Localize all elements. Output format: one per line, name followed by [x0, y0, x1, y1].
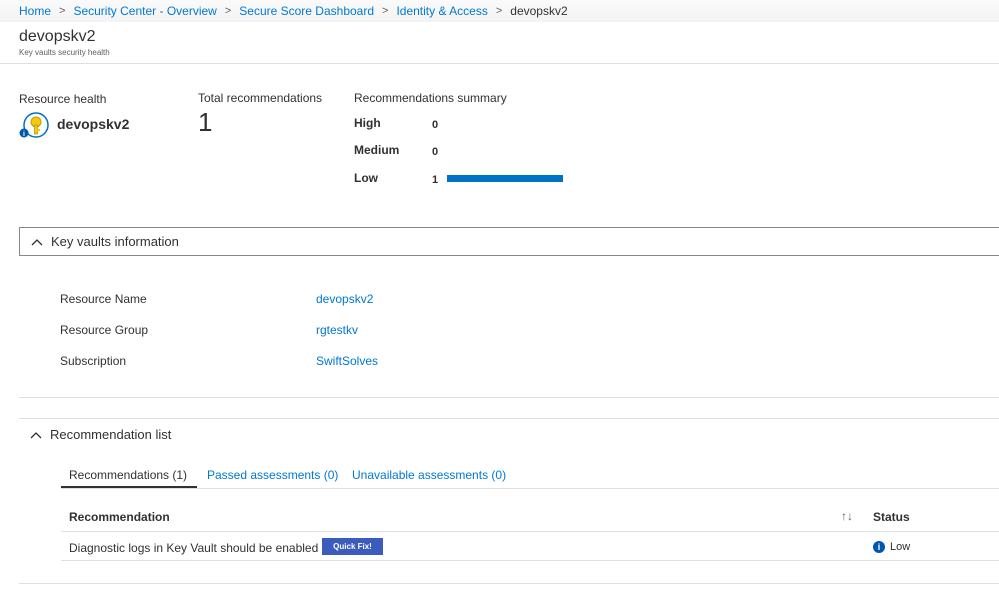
severity-low-label: Low: [354, 171, 378, 185]
tab-unavailable-assessments[interactable]: Unavailable assessments (0): [352, 468, 506, 482]
column-header-recommendation[interactable]: Recommendation: [69, 510, 170, 524]
column-header-status[interactable]: Status: [873, 510, 910, 524]
breadcrumb-secure-score[interactable]: Secure Score Dashboard: [239, 4, 374, 18]
divider: [61, 560, 999, 561]
total-recommendations-label: Total recommendations: [198, 91, 323, 105]
breadcrumb-home[interactable]: Home: [19, 4, 51, 18]
severity-low-bar: [447, 175, 563, 182]
chevron-right-icon: >: [59, 5, 66, 17]
key-vaults-info-header[interactable]: Key vaults information: [19, 227, 999, 256]
subscription-link[interactable]: SwiftSolves: [316, 354, 378, 368]
sort-icon[interactable]: ↑↓: [841, 509, 853, 523]
key-vault-icon: i: [19, 112, 49, 138]
quick-fix-button[interactable]: Quick Fix!: [322, 538, 383, 555]
breadcrumb-identity-access[interactable]: Identity & Access: [396, 4, 487, 18]
resource-group-link[interactable]: rgtestkv: [316, 323, 358, 337]
divider: [0, 63, 999, 64]
chevron-right-icon: >: [382, 5, 389, 17]
severity-high-count: 0: [432, 119, 439, 131]
recommendation-list-header[interactable]: Recommendation list: [19, 420, 999, 449]
resource-group-label: Resource Group: [60, 323, 149, 337]
severity-medium-count: 0: [432, 146, 439, 158]
chevron-right-icon: >: [224, 5, 232, 17]
breadcrumb-security-center[interactable]: Security Center - Overview: [73, 4, 216, 18]
chevron-up-icon: [30, 431, 42, 438]
chevron-up-icon: [31, 238, 43, 245]
resource-health-label: Resource health: [19, 92, 107, 106]
resource-name: devopskv2: [57, 116, 130, 132]
svg-text:i: i: [23, 131, 25, 138]
tab-recommendations[interactable]: Recommendations (1): [69, 468, 187, 482]
recommendation-cell[interactable]: Diagnostic logs in Key Vault should be e…: [69, 541, 318, 555]
recommendations-summary-label: Recommendations summary: [354, 91, 507, 105]
page-subtitle: Key vaults security health: [19, 48, 110, 57]
key-vaults-info-title: Key vaults information: [51, 234, 179, 249]
divider: [19, 397, 999, 398]
recommendation-list-title: Recommendation list: [50, 427, 172, 442]
info-icon: i: [873, 541, 885, 553]
breadcrumb-current: devopskv2: [510, 4, 568, 18]
severity-medium-label: Medium: [354, 143, 400, 157]
divider: [61, 488, 999, 489]
resource-name-link[interactable]: devopskv2: [316, 292, 373, 306]
divider: [19, 418, 999, 419]
severity-low-count: 1: [432, 174, 439, 186]
breadcrumb: Home > Security Center - Overview > Secu…: [0, 0, 999, 22]
divider: [61, 531, 999, 532]
chevron-right-icon: >: [495, 5, 503, 17]
tab-passed-assessments[interactable]: Passed assessments (0): [207, 468, 338, 482]
subscription-label: Subscription: [60, 354, 127, 368]
divider: [19, 583, 999, 584]
page-title: devopskv2: [19, 28, 96, 45]
resource-name-label: Resource Name: [60, 292, 147, 306]
total-recommendations-value: 1: [198, 107, 213, 137]
severity-high-label: High: [354, 116, 381, 130]
status-badge: Low: [890, 541, 911, 553]
